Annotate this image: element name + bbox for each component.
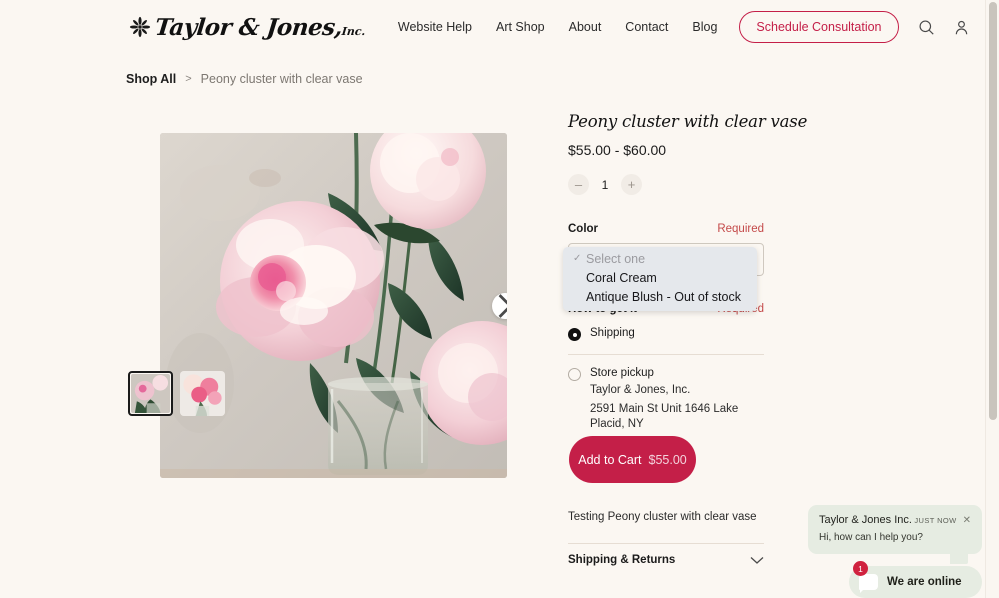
fulfillment-divider	[568, 354, 764, 355]
color-select-dropdown: ✓ Select one Coral Cream Antique Blush -…	[563, 247, 757, 311]
fulfillment-option-store-pickup[interactable]: Store pickup Taylor & Jones, Inc. 2591 M…	[568, 367, 764, 432]
store-name: Taylor & Jones, Inc.	[590, 384, 691, 396]
shipping-returns-title: Shipping & Returns	[568, 554, 676, 566]
breadcrumb: Shop All > Peony cluster with clear vase	[126, 72, 363, 86]
store-pickup-details: Store pickup Taylor & Jones, Inc. 2591 M…	[590, 367, 764, 432]
chat-header-right: JUST NOW ✕	[914, 515, 971, 526]
chat-message-card: Taylor & Jones Inc. JUST NOW ✕ Hi, how c…	[808, 505, 982, 554]
gallery-next-button[interactable]	[492, 292, 507, 319]
nav-item-blog[interactable]: Blog	[680, 14, 729, 40]
chevron-down-icon	[750, 556, 764, 564]
color-option-coral-cream[interactable]: Coral Cream	[563, 269, 757, 288]
fulfillment-option-shipping[interactable]: Shipping	[568, 327, 764, 341]
nav-item-website-help[interactable]: Website Help	[386, 14, 484, 40]
product-main-image[interactable]	[160, 133, 507, 478]
thumbnail-1-image	[131, 374, 170, 413]
product-page: Taylor & Jones,Inc. Website Help Art Sho…	[0, 0, 999, 598]
add-to-cart-amount: $55.00	[648, 452, 687, 467]
scrollbar-thumb[interactable]	[989, 2, 997, 420]
fulfillment-options: Shipping Store pickup Taylor & Jones, In…	[568, 327, 764, 432]
gallery-thumbnails	[128, 371, 225, 416]
store-address: 2591 Main St Unit 1646 Lake Placid, NY	[590, 403, 739, 430]
nav-item-art-shop[interactable]: Art Shop	[484, 14, 557, 40]
product-gallery	[160, 133, 507, 478]
schedule-consultation-button[interactable]: Schedule Consultation	[739, 11, 899, 43]
nav-item-contact[interactable]: Contact	[613, 14, 680, 40]
add-to-cart-button[interactable]: Add to Cart $55.00	[569, 436, 696, 483]
account-icon[interactable]	[952, 18, 971, 37]
radio-shipping[interactable]	[568, 328, 581, 341]
quantity-stepper: – 1 +	[568, 174, 764, 195]
quantity-increase-button[interactable]: +	[621, 174, 642, 195]
chat-card-header: Taylor & Jones Inc. JUST NOW ✕	[819, 514, 971, 526]
chat-sender-name: Taylor & Jones Inc.	[819, 514, 912, 526]
thumbnail-2[interactable]	[180, 371, 225, 416]
quantity-decrease-button[interactable]: –	[568, 174, 589, 195]
site-logo[interactable]: Taylor & Jones,Inc.	[129, 14, 366, 41]
logo-wordmark: Taylor & Jones,Inc.	[154, 14, 368, 41]
breadcrumb-parent-link[interactable]: Shop All	[126, 72, 176, 86]
add-to-cart-label: Add to Cart	[578, 452, 642, 467]
thumbnail-2-image	[180, 371, 225, 416]
quantity-value[interactable]: 1	[595, 178, 615, 192]
color-required-badge: Required	[717, 223, 764, 235]
chat-bubble-icon	[859, 574, 878, 593]
chat-timestamp: JUST NOW	[914, 516, 957, 525]
search-icon[interactable]	[917, 18, 936, 37]
color-option-coral-cream-label: Coral Cream	[586, 271, 657, 285]
peony-photo	[160, 133, 507, 478]
logo-suffix: Inc.	[341, 24, 367, 38]
breadcrumb-separator: >	[185, 73, 192, 85]
chat-message-text: Hi, how can I help you?	[819, 532, 923, 543]
page-title: Peony cluster with clear vase	[568, 112, 808, 131]
check-icon: ✓	[573, 253, 582, 264]
fulfillment-option-store-pickup-label: Store pickup	[590, 367, 654, 379]
fulfillment-option-shipping-label: Shipping	[590, 327, 635, 339]
thumbnail-1[interactable]	[128, 371, 173, 416]
primary-nav: Website Help Art Shop About Contact Blog…	[386, 11, 899, 43]
color-option-select-one[interactable]: ✓ Select one	[563, 250, 757, 269]
chat-launcher-label: We are online	[887, 576, 962, 588]
color-field-header: Color Required	[568, 223, 764, 235]
site-header: Taylor & Jones,Inc. Website Help Art Sho…	[0, 0, 999, 54]
nav-item-about[interactable]: About	[557, 14, 614, 40]
color-label: Color	[568, 223, 599, 235]
chat-unread-badge: 1	[853, 561, 868, 576]
color-option-antique-blush[interactable]: Antique Blush - Out of stock	[563, 288, 757, 307]
shipping-returns-accordion[interactable]: Shipping & Returns	[568, 543, 764, 566]
color-option-antique-blush-label: Antique Blush - Out of stock	[586, 290, 741, 304]
page-scrollbar[interactable]	[985, 0, 999, 598]
product-description: Testing Peony cluster with clear vase	[568, 511, 757, 523]
color-option-select-one-label: Select one	[586, 252, 646, 266]
breadcrumb-current: Peony cluster with clear vase	[200, 72, 363, 86]
logo-text: Taylor & Jones,	[153, 13, 344, 41]
product-price: $55.00 - $60.00	[568, 142, 667, 158]
chevron-right-icon	[498, 293, 507, 318]
radio-store-pickup[interactable]	[568, 368, 581, 381]
flower-icon	[129, 16, 151, 38]
chat-launcher-button[interactable]: We are online	[849, 566, 982, 598]
close-icon[interactable]: ✕	[963, 515, 971, 526]
